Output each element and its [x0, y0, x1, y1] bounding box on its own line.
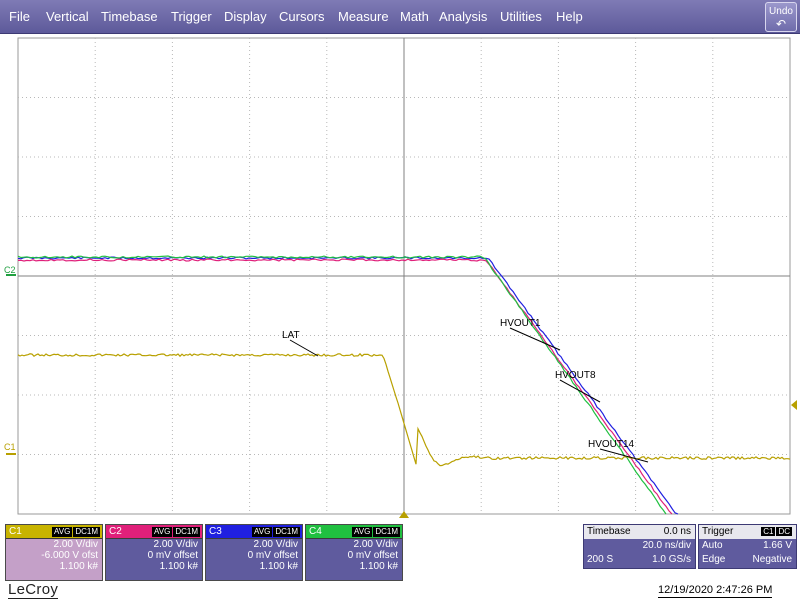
- trigger-level: 1.66 V: [763, 540, 792, 551]
- channel-2-name: C2: [109, 526, 122, 537]
- channel-4-panel[interactable]: C4 AVG DC1M 2.00 V/div 0 mV offset 1.100 …: [305, 524, 403, 581]
- timebase-delay: 0.0 ns: [663, 526, 691, 537]
- ch2-ground-marker[interactable]: C2: [4, 265, 16, 275]
- trigger-row-2: Edge Negative: [699, 553, 796, 567]
- annotations: LAT HVOUT1 HVOUT8 HVOUT14 C2 C1: [4, 265, 797, 518]
- channel-3-header: C3 AVG DC1M: [206, 525, 302, 539]
- channel-3-coupling-badge: DC1M: [273, 527, 300, 537]
- trigger-slope: Negative: [752, 554, 792, 565]
- channel-1-panel[interactable]: C1 AVG DC1M 2.00 V/div -6.000 V ofst 1.10…: [5, 524, 103, 581]
- channel-2-scale: 2.00 V/div: [153, 539, 198, 550]
- menu-bar: File Vertical Timebase Trigger Display C…: [0, 0, 800, 34]
- menu-timebase[interactable]: Timebase: [101, 9, 158, 24]
- menu-file[interactable]: File: [9, 9, 30, 24]
- hvout8-label: HVOUT8: [555, 370, 596, 381]
- channel-2-count: 1.100 k#: [159, 561, 198, 572]
- channel-4-name: C4: [309, 526, 322, 537]
- hvout8-trace: [17, 256, 679, 515]
- channel-1-name: C1: [9, 526, 22, 537]
- lat-label: LAT: [282, 330, 300, 341]
- channel-2-header: C2 AVG DC1M: [106, 525, 202, 539]
- channel-3-panel[interactable]: C3 AVG DC1M 2.00 V/div 0 mV offset 1.100 …: [205, 524, 303, 581]
- menu-math[interactable]: Math: [400, 9, 429, 24]
- hvout14-label: HVOUT14: [588, 439, 635, 450]
- channel-3-offset: 0 mV offset: [247, 550, 298, 561]
- channel-4-coupling-badge: DC1M: [373, 527, 400, 537]
- undo-button[interactable]: Undo ↶: [765, 2, 797, 32]
- timebase-row-2: 200 S 1.0 GS/s: [584, 553, 695, 567]
- lecroy-logo: LeCroy: [8, 581, 59, 599]
- channel-1-count: 1.100 k#: [59, 561, 98, 572]
- timebase-header: Timebase 0.0 ns: [584, 525, 695, 539]
- ch1-ground-marker[interactable]: C1: [4, 442, 16, 452]
- channel-2-offset: 0 mV offset: [147, 550, 198, 561]
- hvout14-leader-line: [599, 448, 649, 463]
- trigger-panel[interactable]: Trigger C1 DC Auto 1.66 V Edge Negative: [698, 524, 797, 569]
- trigger-coupling-badge: DC: [776, 527, 792, 536]
- menu-analysis[interactable]: Analysis: [439, 9, 487, 24]
- trigger-source-badge: C1: [761, 527, 776, 536]
- menu-help[interactable]: Help: [556, 9, 583, 24]
- menu-vertical[interactable]: Vertical: [46, 9, 89, 24]
- undo-arrow-icon: ↶: [775, 17, 787, 31]
- menu-trigger[interactable]: Trigger: [171, 9, 212, 24]
- channel-1-offset: -6.000 V ofst: [41, 550, 98, 561]
- timebase-samples: 200 S: [587, 554, 614, 565]
- channel-4-header: C4 AVG DC1M: [306, 525, 402, 539]
- timebase-rate: 1.0 GS/s: [652, 554, 691, 565]
- menu-utilities[interactable]: Utilities: [500, 9, 542, 24]
- channel-4-scale: 2.00 V/div: [353, 539, 398, 550]
- trigger-header: Trigger C1 DC: [699, 525, 796, 539]
- timebase-title: Timebase: [587, 526, 631, 537]
- channel-2-panel[interactable]: C2 AVG DC1M 2.00 V/div 0 mV offset 1.100 …: [105, 524, 203, 581]
- trigger-title: Trigger: [702, 526, 734, 537]
- menu-measure[interactable]: Measure: [338, 9, 389, 24]
- channel-4-avg-badge: AVG: [352, 527, 373, 537]
- timebase-row-1: 20.0 ns/div: [584, 539, 695, 553]
- channel-4-count: 1.100 k#: [359, 561, 398, 572]
- channel-3-scale: 2.00 V/div: [253, 539, 298, 550]
- hvout1-label: HVOUT1: [500, 318, 541, 329]
- hvout1-trace: [17, 258, 673, 515]
- lat-leader-line: [289, 339, 319, 357]
- hvout1-leader-line: [509, 327, 561, 351]
- trigger-mode: Auto: [702, 540, 723, 551]
- channel-3-count: 1.100 k#: [259, 561, 298, 572]
- channel-1-coupling-badge: DC1M: [73, 527, 100, 537]
- trigger-row-1: Auto 1.66 V: [699, 539, 796, 553]
- date-time-display: 12/19/2020 2:47:26 PM: [658, 584, 773, 598]
- timebase-panel[interactable]: Timebase 0.0 ns 20.0 ns/div 200 S 1.0 GS…: [583, 524, 696, 569]
- channel-3-name: C3: [209, 526, 222, 537]
- graticule: [17, 37, 791, 515]
- channel-3-avg-badge: AVG: [252, 527, 273, 537]
- waveform-grid[interactable]: LAT HVOUT1 HVOUT8 HVOUT14 C2 C1: [0, 34, 800, 518]
- undo-label: Undo: [769, 6, 793, 17]
- channel-2-avg-badge: AVG: [152, 527, 173, 537]
- timebase-per-div: 20.0 ns/div: [642, 540, 691, 551]
- menu-cursors[interactable]: Cursors: [279, 9, 325, 24]
- trigger-type: Edge: [702, 554, 726, 565]
- channel-4-offset: 0 mV offset: [347, 550, 398, 561]
- waveform-display: LAT HVOUT1 HVOUT8 HVOUT14 C2 C1: [4, 37, 797, 518]
- channel-1-avg-badge: AVG: [52, 527, 73, 537]
- menu-display[interactable]: Display: [224, 9, 267, 24]
- channel-1-header: C1 AVG DC1M: [6, 525, 102, 539]
- channel-1-scale: 2.00 V/div: [53, 539, 98, 550]
- trigger-level-marker[interactable]: [791, 400, 797, 410]
- channel-2-coupling-badge: DC1M: [173, 527, 200, 537]
